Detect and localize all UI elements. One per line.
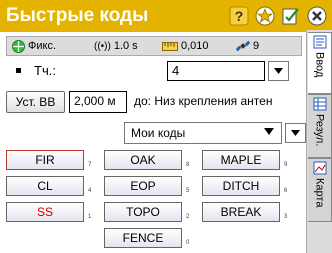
hotkey-label: 4: [88, 188, 92, 194]
hotkey-label: 0: [186, 240, 190, 246]
epoch-value: 1.0 s: [113, 40, 138, 52]
hotkey-label: 5: [186, 188, 190, 194]
point-dropdown-button[interactable]: [268, 61, 289, 81]
bullet-icon: [16, 68, 21, 73]
satellite-status: 9: [236, 39, 276, 53]
tab-results-label: Резул.: [313, 114, 326, 147]
chevron-down-icon: [264, 128, 274, 135]
satellite-count: 9: [253, 40, 260, 52]
ruler-icon: [162, 41, 178, 51]
point-row: Тч.: 4: [6, 60, 302, 82]
chevron-down-icon: [291, 130, 300, 136]
set-antenna-height-button[interactable]: Уст. ВВ: [6, 91, 65, 113]
code-button-fir[interactable]: FIR: [6, 150, 84, 170]
hotkey-label: 3: [284, 214, 288, 220]
code-button-oak[interactable]: OAK: [104, 150, 182, 170]
code-button-fence[interactable]: FENCE: [104, 228, 182, 248]
epoch-status: ((•)) 1.0 s: [94, 40, 162, 52]
code-button-maple[interactable]: MAPLE: [202, 150, 280, 170]
precision-value: 0,010: [181, 40, 209, 52]
point-name-input[interactable]: 4: [167, 61, 265, 81]
hotkey-label: 1: [88, 214, 92, 220]
code-button-break[interactable]: BREAK: [202, 202, 280, 222]
antenna-height-row: Уст. ВВ 2,000 м до: Низ крепления антен: [6, 90, 302, 114]
hotkey-label: 7: [88, 162, 92, 168]
tab-map[interactable]: Карта: [308, 158, 332, 222]
code-button-topo[interactable]: TOPO: [104, 202, 182, 222]
antenna-height-input[interactable]: 2,000 м: [69, 91, 127, 113]
point-label: Тч.:: [34, 63, 56, 78]
chevron-down-icon: [274, 68, 283, 74]
fix-icon: [12, 39, 25, 53]
title-bar-icons: ?: [228, 5, 328, 27]
window-title: Быстрые коды: [6, 5, 149, 26]
hotkey-label: 6: [284, 188, 288, 194]
hotkey-label: 9: [284, 162, 288, 168]
title-bar: Быстрые коды ?: [0, 0, 332, 32]
tab-map-label: Карта: [313, 178, 326, 208]
precision-status: 0,010: [162, 40, 236, 52]
settings-icon[interactable]: [280, 5, 302, 27]
code-button-ss[interactable]: SS: [6, 202, 84, 222]
table-icon: [313, 97, 326, 111]
gnss-status-bar[interactable]: Фикс. ((•)) 1.0 s 0,010 9: [6, 36, 302, 56]
svg-text:?: ?: [235, 8, 244, 24]
tab-results[interactable]: Резул.: [308, 94, 332, 158]
codes-menu-button[interactable]: [285, 123, 306, 143]
form-icon: [313, 35, 326, 49]
fix-status: Фикс.: [12, 39, 94, 53]
antenna-measure-to-label: до: Низ крепления антен: [134, 94, 273, 108]
close-icon[interactable]: [306, 5, 328, 27]
codes-list-value: Мои коды: [131, 126, 186, 140]
hotkey-label: 8: [186, 162, 190, 168]
tab-input[interactable]: Ввод: [308, 32, 332, 94]
code-button-cl[interactable]: CL: [6, 176, 84, 196]
help-icon[interactable]: ?: [228, 5, 250, 27]
fix-mode: Фикс.: [28, 40, 56, 52]
code-button-ditch[interactable]: DITCH: [202, 176, 280, 196]
tab-input-label: Ввод: [313, 52, 326, 78]
favorites-icon[interactable]: [254, 5, 276, 27]
map-icon: [313, 161, 326, 175]
code-button-eop[interactable]: EOP: [104, 176, 182, 196]
radio-icon: ((•)): [94, 40, 111, 52]
side-tab-strip: Ввод Резул. Карта: [306, 30, 332, 253]
satellite-icon: [236, 40, 250, 52]
codes-list-select[interactable]: Мои коды: [124, 122, 282, 144]
hotkey-label: 2: [186, 214, 190, 220]
